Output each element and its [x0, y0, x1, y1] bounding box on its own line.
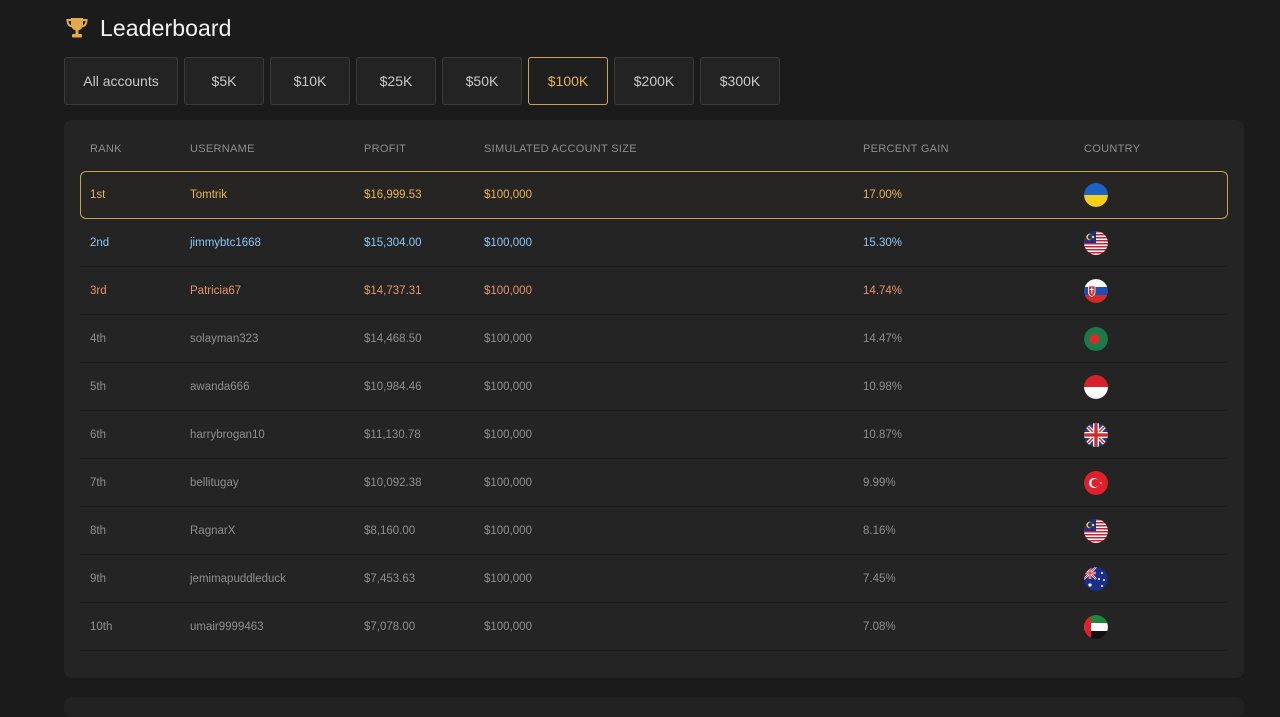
tab-50k[interactable]: $50K	[442, 57, 522, 105]
account-size-cell: $100,000	[484, 428, 532, 441]
rank-cell: 7th	[90, 476, 106, 489]
profit-cell: $15,304.00	[364, 236, 422, 249]
flag-united-kingdom-icon	[1084, 411, 1108, 458]
flag-malaysia-icon	[1084, 507, 1108, 554]
account-size-cell: $100,000	[484, 380, 532, 393]
table-row[interactable]: 8th RagnarX $8,160.00 $100,000 8.16%	[80, 507, 1228, 555]
account-size-cell: $100,000	[484, 236, 532, 249]
account-size-cell: $100,000	[484, 284, 532, 297]
percent-gain-cell: 7.08%	[863, 620, 896, 633]
profit-cell: $14,468.50	[364, 332, 422, 345]
account-size-cell: $100,000	[484, 332, 532, 345]
rank-cell: 4th	[90, 332, 106, 345]
trophy-icon	[64, 15, 90, 41]
tab-5k[interactable]: $5K	[184, 57, 264, 105]
account-size-cell: $100,000	[484, 524, 532, 537]
column-header-username: USERNAME	[190, 143, 255, 155]
table-row[interactable]: 4th solayman323 $14,468.50 $100,000 14.47%	[80, 315, 1228, 363]
rank-cell: 9th	[90, 572, 106, 585]
column-header-percent-gain: PERCENT GAIN	[863, 143, 949, 155]
flag-slovakia-icon	[1084, 267, 1108, 314]
profit-cell: $11,130.78	[364, 428, 421, 441]
percent-gain-cell: 10.87%	[863, 428, 903, 441]
username-cell[interactable]: solayman323	[190, 315, 258, 362]
table-row[interactable]: 3rd Patricia67 $14,737.31 $100,000 14.74%	[80, 267, 1228, 315]
column-header-rank: RANK	[90, 143, 122, 155]
rank-cell: 6th	[90, 428, 106, 441]
flag-malaysia-icon	[1084, 219, 1108, 266]
percent-gain-cell: 15.30%	[863, 236, 903, 249]
column-header-country: COUNTRY	[1084, 143, 1141, 155]
secondary-panel	[64, 697, 1244, 717]
percent-gain-cell: 7.45%	[863, 572, 896, 585]
tab-10k[interactable]: $10K	[270, 57, 350, 105]
username-cell[interactable]: RagnarX	[190, 507, 235, 554]
profit-cell: $7,078.00	[364, 620, 416, 633]
profit-cell: $14,737.31	[364, 284, 422, 297]
profit-cell: $10,092.38	[364, 476, 422, 489]
rank-cell: 1st	[90, 189, 106, 201]
username-cell[interactable]: bellitugay	[190, 459, 239, 506]
page-title: Leaderboard	[100, 14, 232, 41]
table-row[interactable]: 9th jemimapuddleduck $7,453.63 $100,000 7.45…	[80, 555, 1228, 603]
percent-gain-cell: 9.99%	[863, 476, 896, 489]
percent-gain-cell: 17.00%	[863, 189, 903, 201]
table-row[interactable]: 7th bellitugay $10,092.38 $100,000 9.99%	[80, 459, 1228, 507]
profit-cell: $7,453.63	[364, 572, 416, 585]
account-size-cell: $100,000	[484, 476, 532, 489]
flag-uae-icon	[1084, 603, 1108, 650]
tab-all-accounts[interactable]: All accounts	[64, 57, 178, 105]
table-row[interactable]: 10th umair9999463 $7,078.00 $100,000 7.08%	[80, 603, 1228, 651]
table-row[interactable]: 6th harrybrogan10 $11,130.78 $100,000 10.87%	[80, 411, 1228, 459]
account-size-tabs: All accounts $5K $10K $25K $50K $100K $200K $30…	[64, 57, 780, 105]
rank-cell: 2nd	[90, 236, 110, 249]
flag-ukraine-icon	[1084, 172, 1108, 218]
profit-cell: $16,999.53	[364, 189, 422, 201]
username-cell[interactable]: harrybrogan10	[190, 411, 265, 458]
flag-indonesia-icon	[1084, 363, 1108, 410]
page-header: Leaderboard	[64, 12, 232, 44]
flag-bangladesh-icon	[1084, 315, 1108, 362]
username-cell[interactable]: Patricia67	[190, 267, 241, 314]
table-row[interactable]: 2nd jimmybtc1668 $15,304.00 $100,000 15.30%	[80, 219, 1228, 267]
account-size-cell: $100,000	[484, 572, 532, 585]
percent-gain-cell: 14.47%	[863, 332, 903, 345]
percent-gain-cell: 10.98%	[863, 380, 903, 393]
username-cell[interactable]: awanda666	[190, 363, 249, 410]
profit-cell: $8,160.00	[364, 524, 416, 537]
table-header: RANK USERNAME PROFIT SIMULATED ACCOUNT SIZE…	[80, 143, 1228, 163]
tab-200k[interactable]: $200K	[614, 57, 694, 105]
percent-gain-cell: 14.74%	[863, 284, 903, 297]
tab-100k[interactable]: $100K	[528, 57, 608, 105]
username-cell[interactable]: umair9999463	[190, 603, 264, 650]
account-size-cell: $100,000	[484, 620, 532, 633]
column-header-profit: PROFIT	[364, 143, 407, 155]
rank-cell: 5th	[90, 380, 106, 393]
rank-cell: 3rd	[90, 284, 107, 297]
username-cell[interactable]: jemimapuddleduck	[190, 555, 286, 602]
username-cell[interactable]: Tomtrik	[190, 172, 227, 218]
percent-gain-cell: 8.16%	[863, 524, 896, 537]
flag-turkey-icon	[1084, 459, 1108, 506]
table-row[interactable]: 1st Tomtrik $16,999.53 $100,000 17.00%	[80, 171, 1228, 219]
account-size-cell: $100,000	[484, 189, 532, 201]
table-row[interactable]: 5th awanda666 $10,984.46 $100,000 10.98%	[80, 363, 1228, 411]
leaderboard-panel: RANK USERNAME PROFIT SIMULATED ACCOUNT SIZE…	[64, 120, 1244, 678]
flag-australia-icon	[1084, 555, 1108, 602]
rank-cell: 10th	[90, 620, 113, 633]
tab-25k[interactable]: $25K	[356, 57, 436, 105]
rank-cell: 8th	[90, 524, 106, 537]
column-header-simulated-account-size: SIMULATED ACCOUNT SIZE	[484, 143, 637, 155]
tab-300k[interactable]: $300K	[700, 57, 780, 105]
profit-cell: $10,984.46	[364, 380, 422, 393]
username-cell[interactable]: jimmybtc1668	[190, 219, 261, 266]
